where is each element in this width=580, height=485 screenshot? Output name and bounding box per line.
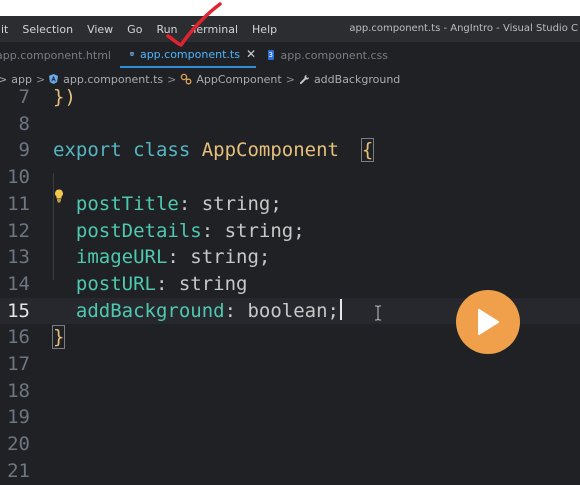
line-number: 7 (18, 86, 30, 108)
line-number: 9 (18, 139, 30, 162)
line-number: 14 (7, 272, 30, 295)
play-icon (478, 309, 499, 335)
code-line: 12 postDetails: string; (0, 218, 580, 245)
menu-selection[interactable]: Selection (15, 23, 80, 36)
close-icon[interactable]: ✕ (246, 47, 256, 61)
code-line: 7 }) (0, 84, 580, 111)
code-text: imageURL: string; (75, 246, 271, 269)
code-text: }) (53, 86, 76, 108)
line-number: 11 (7, 192, 30, 215)
window-title: app.component.ts - AngIntro - Visual Stu… (349, 23, 578, 34)
checkmark-annotation-icon (166, 2, 222, 47)
code-text: postDetails: string; (75, 219, 305, 242)
line-number: 10 (7, 166, 30, 189)
code-text: postURL: string (75, 272, 248, 295)
code-line: 8 (0, 111, 580, 138)
editor-tab-bar: app.component.html app.component.ts ✕ 3 … (0, 42, 580, 68)
code-text: export class AppComponent { (53, 138, 375, 163)
code-line: 21 (0, 458, 580, 485)
code-text: } (51, 325, 66, 350)
play-button[interactable] (456, 290, 520, 354)
tab-app-component-css[interactable]: 3 app.component.css (268, 42, 388, 68)
line-number: 20 (7, 433, 30, 456)
code-editor[interactable]: 7 }) 8 9 export class AppComponent { 10 … (0, 84, 580, 482)
code-text: addBackground: boolean; (53, 298, 342, 325)
code-line: 9 export class AppComponent { (0, 137, 580, 164)
line-number: 15 (7, 299, 30, 322)
tab-app-component-html[interactable]: app.component.html (0, 42, 111, 68)
lightbulb-icon[interactable] (54, 189, 64, 203)
line-number: 18 (7, 379, 30, 402)
code-line: 10 (0, 164, 580, 191)
code-line: 19 (0, 404, 580, 431)
wrench-icon (299, 74, 310, 84)
text-cursor-pointer-icon (375, 305, 381, 321)
css-file-icon: 3 (268, 50, 274, 60)
line-number: 17 (7, 353, 30, 375)
text-cursor (340, 298, 342, 320)
code-text: postTitle: string; (75, 192, 282, 215)
code-line: 13 imageURL: string; (0, 244, 580, 271)
code-line: 17 (0, 351, 580, 378)
menu-help[interactable]: Help (245, 23, 284, 36)
menu-go[interactable]: Go (120, 23, 149, 36)
angular-icon (130, 51, 134, 57)
menu-edit[interactable]: dit (0, 23, 15, 36)
line-number: 13 (7, 246, 30, 269)
tab-label: app.component.css (280, 48, 388, 62)
angular-icon (49, 74, 59, 84)
line-number: 12 (7, 219, 30, 242)
menu-view[interactable]: View (80, 23, 120, 36)
tab-label: app.component.html (0, 48, 111, 62)
code-line: 11 postTitle: string; (0, 191, 580, 218)
line-number: 21 (7, 459, 30, 482)
line-number: 8 (18, 112, 30, 135)
line-number: 19 (7, 406, 30, 429)
line-number: 16 (7, 326, 30, 349)
title-strip (0, 0, 580, 16)
code-line: 18 (0, 378, 580, 405)
code-line: 20 (0, 431, 580, 458)
menu-bar: dit Selection View Go Run Terminal Help … (0, 16, 580, 42)
